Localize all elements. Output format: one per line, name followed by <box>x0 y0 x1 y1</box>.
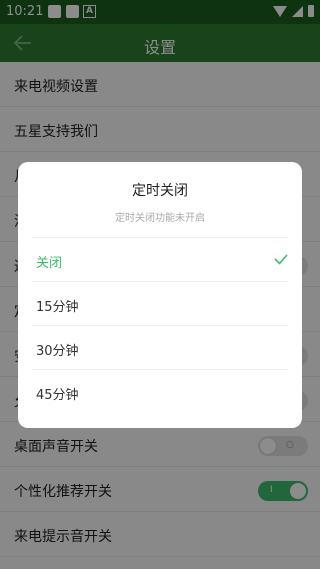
dialog-title: 定时关闭 <box>132 183 188 199</box>
timer-option-label: 15分钟 <box>36 300 79 315</box>
timer-option-label: 关闭 <box>36 256 63 271</box>
timer-option[interactable]: 关闭 <box>32 237 288 282</box>
timer-option-label: 30分钟 <box>36 344 79 359</box>
checkmark-icon <box>274 254 288 265</box>
dialog-subtitle: 定时关闭功能未开启 <box>115 213 205 224</box>
timer-option[interactable]: 30分钟 <box>32 325 288 370</box>
timer-close-dialog: 定时关闭 定时关闭功能未开启 关闭 15分钟 30分钟 45分钟 <box>18 162 302 428</box>
timer-option[interactable]: 45分钟 <box>32 369 288 414</box>
timer-option[interactable]: 15分钟 <box>32 281 288 326</box>
timer-option-label: 45分钟 <box>36 388 79 403</box>
